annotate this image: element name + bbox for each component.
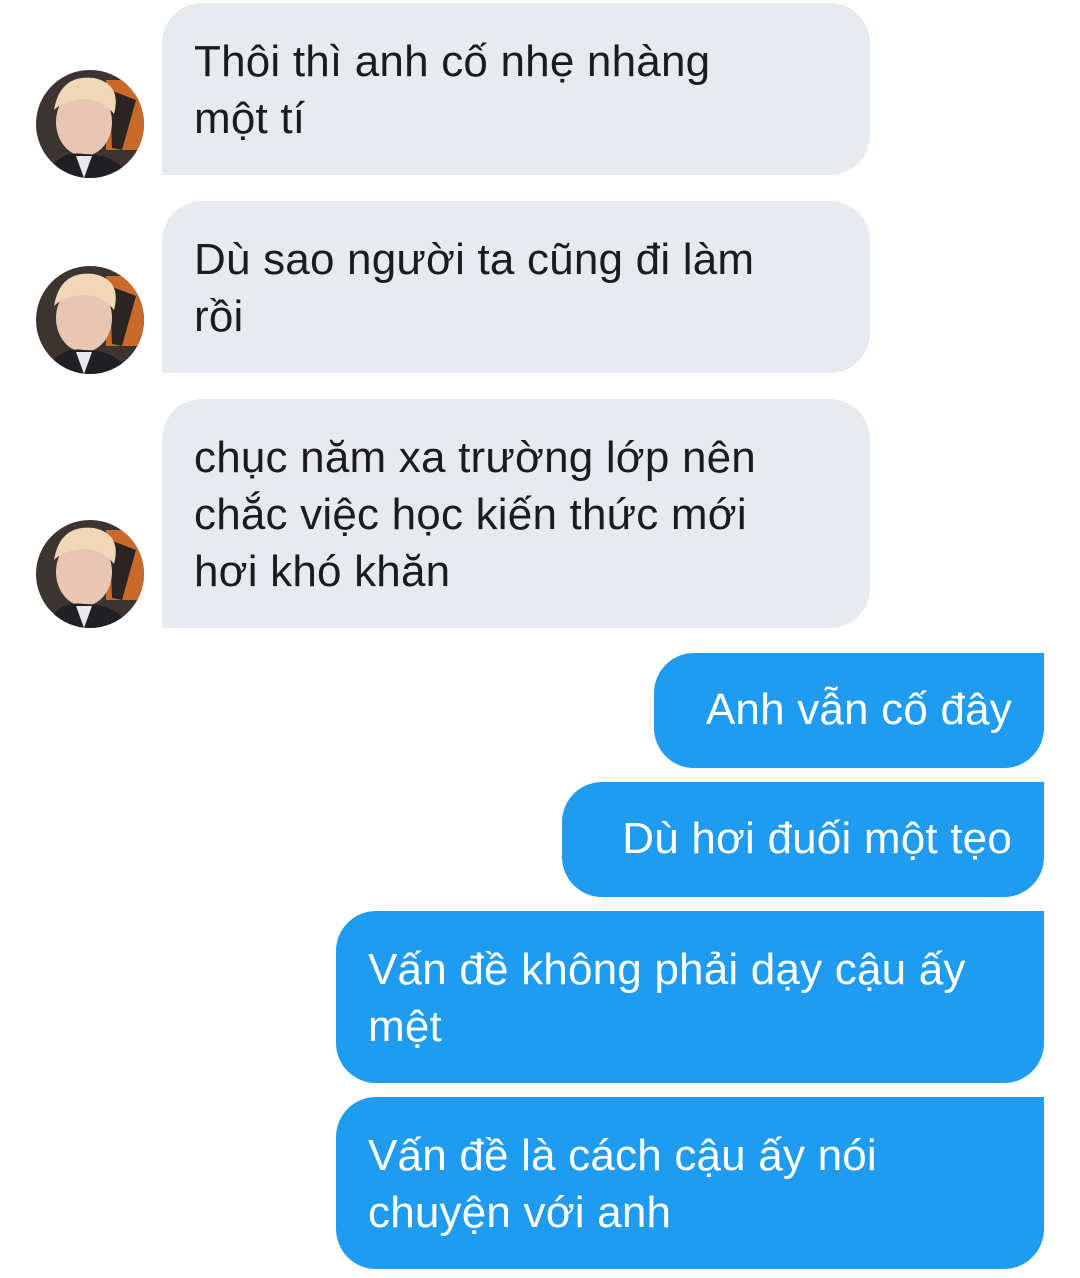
contact-avatar[interactable] — [36, 520, 144, 628]
sent-message[interactable]: Anh vẫn cố đây — [654, 653, 1044, 768]
sent-message[interactable]: Vấn đề không phải dạy cậu ấy mệt — [336, 911, 1044, 1083]
contact-avatar[interactable] — [36, 266, 144, 374]
contact-avatar[interactable] — [36, 70, 144, 178]
received-message[interactable]: Dù sao người ta cũng đi làm rồi — [162, 201, 870, 373]
sent-message[interactable]: Dù hơi đuối một tẹo — [562, 782, 1044, 897]
received-message[interactable]: chục năm xa trường lớp nên chắc việc học… — [162, 399, 870, 628]
sent-message[interactable]: Vấn đề là cách cậu ấy nói chuyện với anh — [336, 1097, 1044, 1269]
received-message[interactable]: Thôi thì anh cố nhẹ nhàng một tí — [162, 3, 870, 175]
